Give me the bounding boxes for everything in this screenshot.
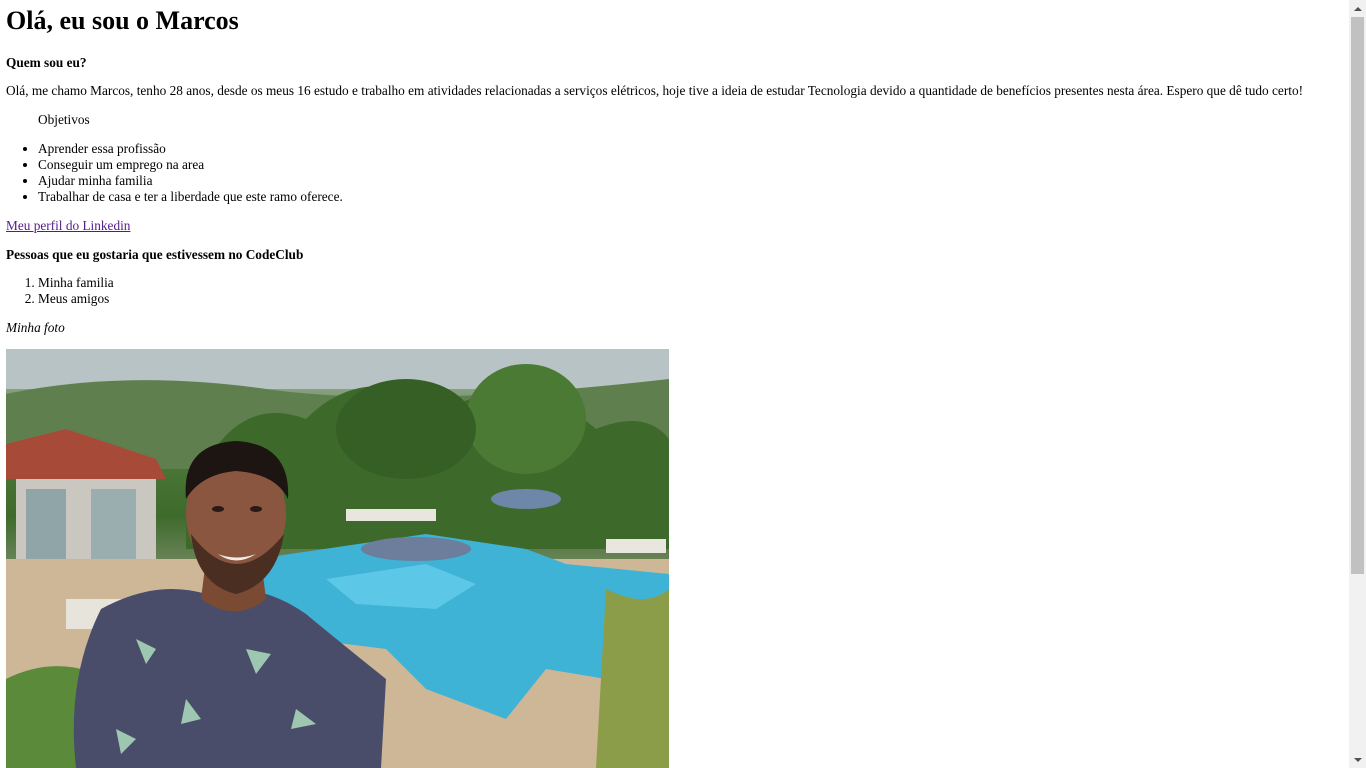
page-title: Olá, eu sou o Marcos bbox=[6, 6, 239, 35]
scroll-down-button[interactable] bbox=[1349, 751, 1366, 768]
scroll-thumb[interactable] bbox=[1351, 17, 1364, 574]
photo-caption: Minha foto bbox=[6, 320, 65, 335]
profile-photo bbox=[6, 349, 669, 768]
chevron-up-icon bbox=[1353, 6, 1362, 11]
list-item: Meus amigos bbox=[38, 291, 114, 307]
objectives-list: Aprender essa profissão Conseguir um emp… bbox=[6, 141, 343, 205]
list-item: Minha familia bbox=[38, 275, 114, 291]
people-heading: Pessoas que eu gostaria que estivessem n… bbox=[6, 247, 304, 262]
scroll-up-button[interactable] bbox=[1349, 0, 1366, 17]
linkedin-link[interactable]: Meu perfil do Linkedin bbox=[6, 218, 130, 234]
chevron-down-icon bbox=[1353, 757, 1362, 762]
about-paragraph: Olá, me chamo Marcos, tenho 28 anos, des… bbox=[6, 83, 1304, 98]
list-item: Aprender essa profissão bbox=[38, 141, 343, 157]
list-item: Ajudar minha familia bbox=[38, 173, 343, 189]
list-item: Trabalhar de casa e ter a liberdade que … bbox=[38, 189, 343, 205]
vertical-scrollbar[interactable] bbox=[1349, 0, 1366, 768]
photo-illustration bbox=[6, 349, 669, 768]
list-item: Conseguir um emprego na area bbox=[38, 157, 343, 173]
about-heading: Quem sou eu? bbox=[6, 55, 87, 70]
objectives-heading: Objetivos bbox=[38, 112, 90, 127]
people-list: Minha familia Meus amigos bbox=[6, 275, 114, 307]
